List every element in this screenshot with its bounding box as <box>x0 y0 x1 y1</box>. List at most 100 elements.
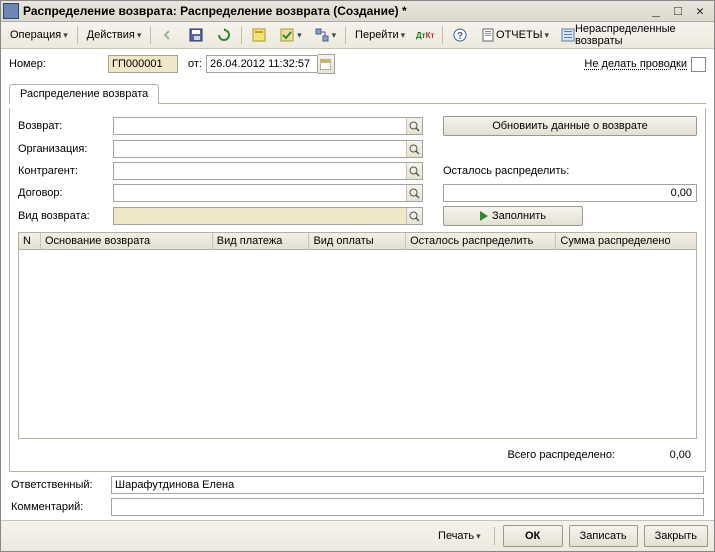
comment-input[interactable] <box>111 498 704 516</box>
totals-value: 0,00 <box>631 449 691 461</box>
app-icon <box>3 3 19 19</box>
magnifier-icon <box>409 166 420 177</box>
undistributed-returns-button[interactable]: Нераспределенные возвраты <box>556 23 710 47</box>
list-icon <box>561 27 575 43</box>
actions-menu[interactable]: Действия ▾ <box>82 23 147 47</box>
counterparty-lookup-button[interactable] <box>406 163 422 179</box>
separator <box>345 26 346 44</box>
post-and-close-button[interactable]: ▾ <box>274 23 307 47</box>
col-payment-type[interactable]: Вид платежа <box>213 233 310 249</box>
main-panel: Возврат: Обновиить данные о возврате Орг… <box>9 108 706 472</box>
responsible-lookup <box>111 476 704 494</box>
magnifier-icon <box>409 144 420 155</box>
number-label: Номер: <box>9 58 104 70</box>
org-lookup <box>113 140 423 158</box>
dropdown-caret-icon: ▾ <box>297 30 302 41</box>
structure-button[interactable]: ▾ <box>309 23 342 47</box>
date-label: от: <box>188 58 202 70</box>
reports-menu[interactable]: ОТЧЕТЫ ▾ <box>475 23 554 47</box>
return-lookup-button[interactable] <box>406 118 422 134</box>
refresh-button[interactable] <box>211 23 237 47</box>
actions-label: Действия <box>87 29 135 41</box>
goto-label: Перейти <box>355 29 399 41</box>
table-body[interactable] <box>19 250 696 438</box>
magnifier-icon <box>409 211 420 222</box>
contract-input[interactable] <box>114 185 406 201</box>
floppy-icon <box>188 27 204 43</box>
contract-label: Договор: <box>18 187 113 199</box>
help-button[interactable]: ? <box>447 23 473 47</box>
table-header: N Основание возврата Вид платежа Вид опл… <box>19 233 696 250</box>
responsible-label: Ответственный: <box>11 479 111 491</box>
col-basis[interactable]: Основание возврата <box>41 233 213 249</box>
counterparty-input[interactable] <box>114 163 406 179</box>
arrow-left-icon <box>160 27 176 43</box>
nav-back-button <box>155 23 181 47</box>
col-n[interactable]: N <box>19 233 41 249</box>
remaining-label: Осталось распределить: <box>443 165 697 177</box>
contract-lookup <box>113 184 423 202</box>
close-label: Закрыть <box>655 530 697 542</box>
fill-button[interactable]: Заполнить <box>443 206 583 226</box>
org-input[interactable] <box>114 141 406 157</box>
col-remain[interactable]: Осталось распределить <box>406 233 556 249</box>
dropdown-caret-icon: ▾ <box>63 30 68 41</box>
dt-kt-icon: ДтКт <box>417 27 433 43</box>
dt-kt-button[interactable]: ДтКт <box>412 23 438 47</box>
form-grid: Возврат: Обновиить данные о возврате Орг… <box>18 116 697 226</box>
operation-menu[interactable]: Операция ▾ <box>5 23 73 47</box>
goto-menu[interactable]: Перейти ▾ <box>350 23 410 47</box>
window-title: Распределение возврата: Распределение во… <box>23 4 648 18</box>
return-type-input[interactable] <box>114 208 406 224</box>
tab-label: Распределение возврата <box>20 88 148 100</box>
dropdown-caret-icon: ▾ <box>137 30 142 41</box>
return-input[interactable] <box>114 118 406 134</box>
date-input[interactable] <box>206 55 318 73</box>
refresh-icon <box>216 27 232 43</box>
col-amount[interactable]: Сумма распределено <box>556 233 696 249</box>
minimize-button[interactable]: _ <box>648 4 664 18</box>
close-button[interactable]: Закрыть <box>644 525 708 547</box>
ledger-ok-icon <box>279 27 295 43</box>
dropdown-caret-icon: ▾ <box>401 30 406 41</box>
return-type-lookup-button[interactable] <box>406 208 422 224</box>
counterparty-lookup <box>113 162 423 180</box>
no-postings-checkbox[interactable] <box>691 57 706 72</box>
post-document-button[interactable] <box>246 23 272 47</box>
org-lookup-button[interactable] <box>406 141 422 157</box>
tree-icon <box>314 27 330 43</box>
return-label: Возврат: <box>18 120 113 132</box>
calendar-button[interactable] <box>318 54 335 74</box>
return-lookup <box>113 117 423 135</box>
save-button[interactable] <box>183 23 209 47</box>
return-type-label: Вид возврата: <box>18 210 113 222</box>
record-button[interactable]: Записать <box>569 525 638 547</box>
ok-label: ОК <box>525 530 540 542</box>
separator <box>77 26 78 44</box>
number-input[interactable] <box>108 55 178 73</box>
distribution-table: N Основание возврата Вид платежа Вид опл… <box>18 232 697 439</box>
print-menu[interactable]: Печать ▾ <box>433 524 486 548</box>
contract-lookup-button[interactable] <box>406 185 422 201</box>
calendar-icon <box>320 59 331 70</box>
return-type-lookup <box>113 207 423 225</box>
reports-label: ОТЧЕТЫ <box>496 29 542 41</box>
comment-label: Комментарий: <box>11 501 111 513</box>
separator <box>494 527 495 545</box>
record-label: Записать <box>580 530 627 542</box>
col-pay-mode[interactable]: Вид оплаты <box>309 233 406 249</box>
header-row: Номер: от: Не делать проводки <box>9 55 706 73</box>
ledger-icon <box>251 27 267 43</box>
maximize-button[interactable]: □ <box>670 4 686 18</box>
ok-button[interactable]: ОК <box>503 525 563 547</box>
responsible-input[interactable] <box>112 477 703 493</box>
close-window-button[interactable]: ✕ <box>692 4 708 18</box>
separator <box>150 26 151 44</box>
separator <box>442 26 443 44</box>
no-postings-label: Не делать проводки <box>584 58 687 70</box>
separator <box>241 26 242 44</box>
update-return-data-button[interactable]: Обновиить данные о возврате <box>443 116 697 136</box>
tab-return-distribution[interactable]: Распределение возврата <box>9 84 159 104</box>
bottom-form: Ответственный: Комментарий: <box>9 476 706 516</box>
totals-row: Всего распределено: 0,00 <box>18 445 697 463</box>
